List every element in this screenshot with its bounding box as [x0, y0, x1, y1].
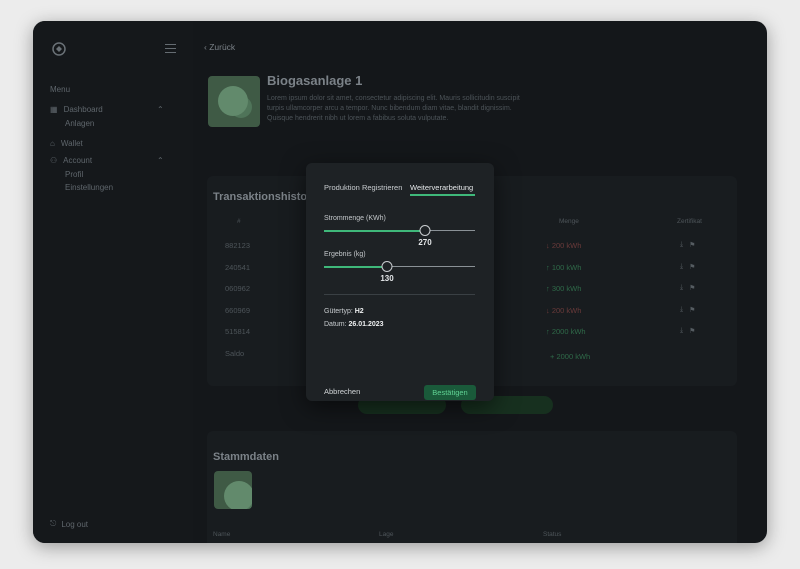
row-actions[interactable]: ⤓ ⚑ — [680, 327, 695, 335]
flag-icon[interactable]: ⚑ — [689, 327, 695, 335]
stamm-col-status: Status — [543, 531, 562, 538]
table-cell-id: 882123 — [225, 241, 251, 250]
slider-fill — [324, 266, 387, 268]
goods-type-value: H2 — [354, 308, 364, 315]
production-modal: Produktion Registrieren Weiterverarbeitu… — [306, 163, 494, 401]
sidebar-item-label: Wallet — [60, 139, 83, 148]
slider-thumb[interactable] — [419, 225, 431, 236]
date-value: 26.01.2023 — [348, 321, 384, 328]
page-description: Lorem ipsum dolor sit amet, consectetur … — [267, 95, 520, 122]
sidebar-item-einstellungen[interactable]: Einstellungen — [65, 183, 113, 192]
home-icon: ⌂ — [50, 139, 55, 148]
row-actions[interactable]: ⤓ ⚑ — [680, 306, 695, 314]
table-cell-id: 060962 — [225, 284, 251, 293]
download-icon[interactable]: ⤓ — [680, 306, 683, 314]
strommenge-label: Strommenge (KWh) — [324, 215, 386, 222]
download-icon[interactable]: ⤓ — [680, 327, 683, 335]
goods-type-label: Gütertyp: — [324, 308, 353, 315]
flag-icon[interactable]: ⚑ — [689, 241, 695, 249]
ergebnis-value: 130 — [380, 274, 394, 283]
ergebnis-label: Ergebnis (kg) — [324, 251, 366, 258]
stammdaten-title: Stammdaten — [213, 451, 280, 463]
logout-button[interactable]: ⎋ Log out — [50, 519, 88, 529]
table-cell-id: 240541 — [225, 263, 251, 272]
sidebar: Menu ▦ Dashboard ⌃ Anlagen ⌂ Wallet ⚇ Ac… — [33, 21, 193, 543]
date-info: Datum: 26.01.2023 — [324, 321, 384, 328]
divider — [324, 294, 475, 295]
download-icon[interactable]: ⤓ — [680, 284, 683, 292]
slider-thumb[interactable] — [381, 261, 393, 272]
col-header-certificate: Zertifikat — [677, 218, 702, 225]
stammdaten-image — [214, 471, 252, 509]
logout-label: Log out — [61, 519, 89, 529]
confirm-button[interactable]: Bestätigen — [424, 385, 476, 400]
chevron-up-icon: ⌃ — [157, 105, 164, 114]
sum-label: Saldo — [225, 349, 245, 358]
back-link[interactable]: ‹ Zurück — [204, 42, 235, 52]
sum-value: + 2000 kWh — [550, 352, 591, 361]
flag-icon[interactable]: ⚑ — [689, 284, 695, 292]
stamm-col-lage: Lage — [379, 531, 394, 538]
sidebar-item-anlagen[interactable]: Anlagen — [65, 119, 94, 128]
plant-image — [208, 76, 260, 127]
flag-icon[interactable]: ⚑ — [689, 306, 695, 314]
date-label: Datum: — [324, 321, 347, 328]
table-cell-amount: ↓ 200 kWh — [546, 306, 582, 315]
tab-produktion-registrieren[interactable]: Produktion Registrieren — [324, 183, 402, 192]
sidebar-item-label: Account — [63, 156, 93, 165]
ergebnis-slider[interactable] — [324, 261, 475, 273]
menu-toggle-icon[interactable] — [165, 44, 176, 53]
sidebar-item-profil[interactable]: Profil — [65, 170, 83, 179]
back-label: Zurück — [209, 42, 236, 52]
app-window: Menu ▦ Dashboard ⌃ Anlagen ⌂ Wallet ⚇ Ac… — [33, 21, 767, 543]
download-icon[interactable]: ⤓ — [680, 263, 683, 271]
sidebar-item-dashboard[interactable]: ▦ Dashboard ⌃ — [50, 105, 164, 114]
slider-fill — [324, 230, 425, 232]
stammdaten-card — [207, 431, 737, 543]
col-header-id: # — [237, 218, 241, 225]
table-cell-amount: ↓ 200 kWh — [546, 241, 582, 250]
active-tab-indicator — [410, 194, 475, 196]
row-actions[interactable]: ⤓ ⚑ — [680, 241, 695, 249]
download-icon[interactable]: ⤓ — [680, 241, 683, 249]
table-cell-amount: ↑ 2000 kWh — [546, 327, 586, 336]
history-title: Transaktionshistorie — [213, 191, 321, 203]
logo-icon — [52, 42, 66, 56]
cancel-button[interactable]: Abbrechen — [324, 387, 360, 396]
tab-weiterverarbeitung[interactable]: Weiterverarbeitung — [410, 183, 473, 192]
table-cell-id: 515814 — [225, 327, 251, 336]
row-actions[interactable]: ⤓ ⚑ — [680, 263, 695, 271]
strommenge-value: 270 — [418, 238, 432, 247]
menu-title: Menu — [50, 85, 71, 94]
sidebar-item-account[interactable]: ⚇ Account ⌃ — [50, 156, 164, 165]
sidebar-item-wallet[interactable]: ⌂ Wallet — [50, 139, 83, 148]
page-title: Biogasanlage 1 — [267, 73, 363, 88]
table-cell-amount: ↑ 300 kWh — [546, 284, 582, 293]
chevron-up-icon: ⌃ — [157, 156, 164, 165]
flag-icon[interactable]: ⚑ — [689, 263, 695, 271]
table-cell-amount: ↑ 100 kWh — [546, 263, 582, 272]
stamm-col-name: Name — [213, 531, 231, 538]
user-icon: ⚇ — [50, 156, 58, 165]
goods-type: Gütertyp: H2 — [324, 308, 364, 315]
logout-icon: ⎋ — [50, 519, 57, 528]
col-header-amount: Menge — [559, 218, 579, 225]
table-cell-id: 660969 — [225, 306, 251, 315]
grid-icon: ▦ — [50, 105, 58, 114]
row-actions[interactable]: ⤓ ⚑ — [680, 284, 695, 292]
strommenge-slider[interactable] — [324, 225, 475, 237]
sidebar-item-label: Dashboard — [63, 105, 103, 114]
